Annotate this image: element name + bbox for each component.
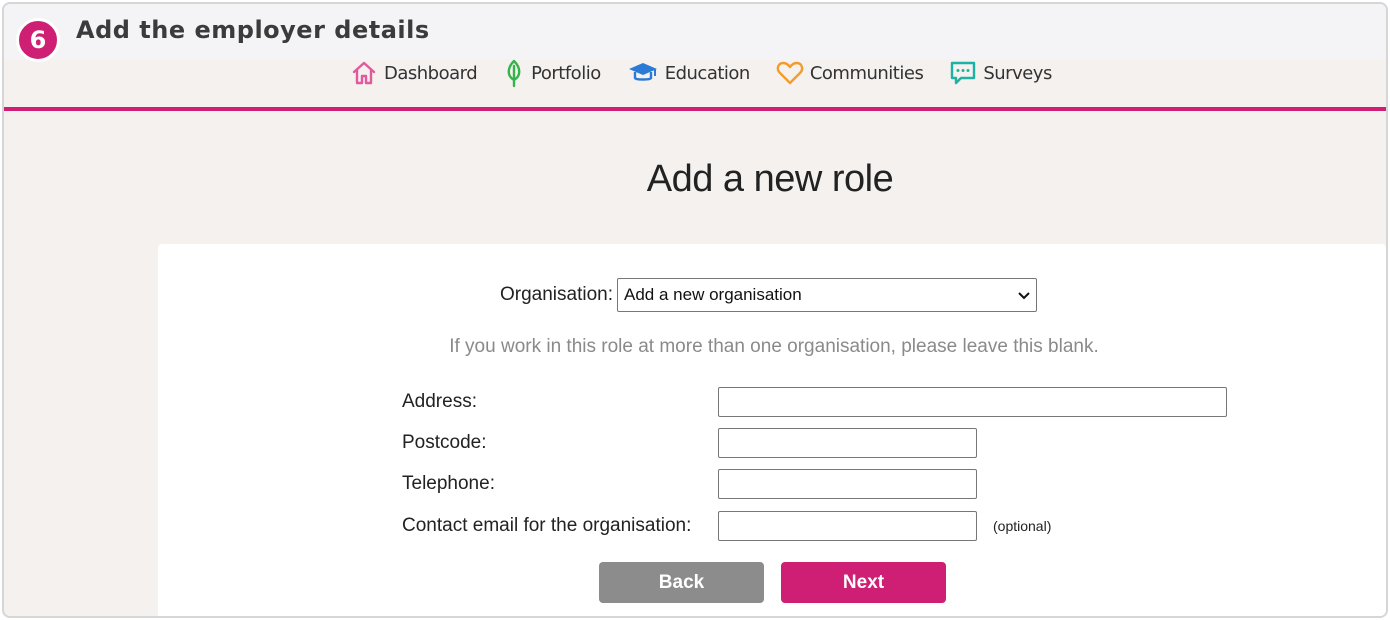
organisation-selected-value: Add a new organisation — [624, 285, 802, 304]
graduation-cap-icon — [627, 60, 659, 86]
home-icon — [350, 59, 378, 87]
leaf-icon — [503, 58, 525, 88]
nav-item-surveys[interactable]: Surveys — [949, 59, 1052, 87]
nav-item-label: Education — [664, 62, 751, 84]
organisation-row: Organisation: Add a new organisation — [500, 278, 1038, 312]
postcode-row: Postcode: — [402, 428, 977, 458]
optional-note: (optional) — [993, 518, 1052, 534]
role-form-card: Organisation: Add a new organisation If … — [158, 244, 1386, 616]
heart-icon — [776, 60, 804, 86]
page-title: Add a new role — [646, 158, 894, 200]
nav-item-label: Surveys — [983, 62, 1052, 84]
chevron-down-icon — [1018, 287, 1030, 303]
main-nav: Dashboard Portfolio Education Communitie… — [350, 56, 1052, 90]
app-frame: 6 Add the employer details Dashboard Por… — [2, 2, 1388, 618]
nav-item-label: Dashboard — [384, 62, 478, 84]
nav-item-education[interactable]: Education — [627, 60, 750, 86]
next-button[interactable]: Next — [781, 562, 946, 603]
step-title: Add the employer details — [76, 16, 430, 44]
organisation-label: Organisation: — [500, 284, 614, 305]
telephone-input[interactable] — [718, 469, 977, 499]
email-row: Contact email for the organisation: (opt… — [402, 511, 1051, 541]
nav-item-portfolio[interactable]: Portfolio — [503, 58, 601, 88]
postcode-label: Postcode: — [402, 432, 487, 453]
step-header: 6 Add the employer details — [4, 4, 1386, 62]
nav-item-dashboard[interactable]: Dashboard — [350, 59, 478, 87]
organisation-select[interactable]: Add a new organisation — [617, 278, 1038, 312]
nav-item-communities[interactable]: Communities — [776, 60, 924, 86]
postcode-input[interactable] — [718, 428, 977, 458]
nav-item-label: Portfolio — [531, 62, 601, 84]
telephone-row: Telephone: — [402, 469, 977, 499]
back-button[interactable]: Back — [599, 562, 764, 603]
chat-bubble-icon — [949, 59, 977, 87]
email-input[interactable] — [718, 511, 977, 541]
nav-item-label: Communities — [809, 62, 924, 84]
step-number-badge: 6 — [16, 18, 60, 62]
nav-divider — [4, 107, 1386, 111]
address-label: Address: — [402, 391, 477, 412]
email-label: Contact email for the organisation: — [402, 515, 692, 536]
organisation-hint: If you work in this role at more than on… — [449, 336, 1099, 357]
address-row: Address: — [402, 387, 1227, 417]
address-input[interactable] — [718, 387, 1227, 417]
telephone-label: Telephone: — [402, 473, 495, 494]
